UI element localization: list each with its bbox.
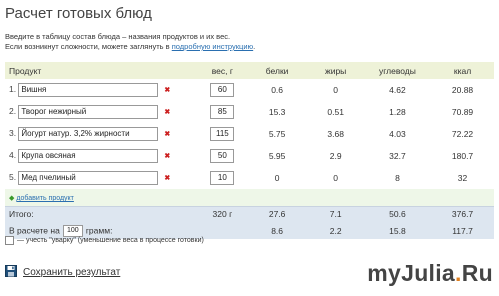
- weight-input[interactable]: 115: [210, 127, 235, 141]
- per-fat: 2.2: [307, 222, 364, 239]
- table-row: 2. Творог нежирный ✖ 85 15.3 0.51 1.28 70…: [5, 101, 494, 123]
- per-suffix: грамм:: [85, 224, 113, 235]
- table-row: 4. Крупа овсяная ✖ 50 5.95 2.9 32.7 180.7: [5, 145, 494, 167]
- row-index: 5.: [9, 172, 17, 183]
- add-icon[interactable]: ◆: [9, 195, 14, 202]
- fat-value: 2.9: [329, 151, 342, 161]
- product-name-input[interactable]: Творог нежирный: [18, 105, 159, 119]
- instruction-link[interactable]: подробную инструкцию: [172, 42, 253, 51]
- protein-value: 15.3: [268, 107, 286, 117]
- delete-row-icon[interactable]: ✖: [164, 174, 170, 182]
- total-row: Итого: 320 г 27.6 7.1 50.6 376.7: [5, 205, 494, 222]
- weight-input[interactable]: 50: [210, 149, 235, 163]
- row-index: 4.: [9, 150, 17, 161]
- header-product: Продукт: [5, 62, 198, 79]
- page-title: Расчет готовых блюд: [5, 5, 152, 22]
- per-carbs: 15.8: [363, 222, 432, 239]
- kcal-value: 180.7: [451, 151, 474, 161]
- table-row: 5. Мед пчелиный ✖ 10 0 0 8 32: [5, 167, 494, 189]
- kcal-value: 72.22: [451, 129, 474, 139]
- intro-text: Введите в таблицу состав блюда – названи…: [5, 32, 255, 52]
- add-product-link[interactable]: добавить продукт: [16, 195, 74, 202]
- total-kcal: 376.7: [431, 205, 494, 222]
- intro-line-2-suffix: .: [253, 42, 256, 51]
- total-label: Итого:: [5, 205, 198, 222]
- total-fat: 7.1: [307, 205, 364, 222]
- carbs-value: 1.28: [389, 107, 406, 117]
- per-protein: 8.6: [246, 222, 308, 239]
- carbs-value: 8: [395, 173, 400, 183]
- fat-value: 0.51: [327, 107, 344, 117]
- per-kcal: 117.7: [431, 222, 494, 239]
- row-index: 2.: [9, 106, 17, 117]
- protein-value: 0.6: [271, 85, 284, 95]
- kcal-value: 70.89: [451, 107, 474, 117]
- save-result-link[interactable]: Сохранить результат: [23, 267, 120, 278]
- table-row: 3. Йогурт натур. 3,2% жирности ✖ 115 5.75…: [5, 123, 494, 145]
- calc-table: Продукт вес, г белки жиры углеводы ккал …: [5, 62, 494, 239]
- watermark-main: myJulia: [367, 260, 456, 286]
- delete-row-icon[interactable]: ✖: [164, 108, 170, 116]
- protein-value: 5.95: [268, 151, 286, 161]
- boil-label: — учесть "уварку" (уменьшение веса в про…: [17, 237, 204, 244]
- add-product-row: ◆ добавить продукт: [5, 189, 494, 206]
- intro-line-1: Введите в таблицу состав блюда – названи…: [5, 32, 231, 41]
- delete-row-icon[interactable]: ✖: [164, 152, 170, 160]
- weight-input[interactable]: 10: [210, 171, 235, 185]
- watermark-tld: Ru: [461, 260, 493, 286]
- carbs-value: 4.03: [389, 129, 406, 139]
- protein-value: 0: [274, 173, 280, 183]
- weight-input[interactable]: 60: [210, 83, 235, 97]
- per-amount-input[interactable]: 100: [62, 224, 83, 237]
- product-name-input[interactable]: Мед пчелиный: [18, 171, 159, 185]
- header-carbs: углеводы: [363, 62, 432, 79]
- header-kcal: ккал: [431, 62, 494, 79]
- per-prefix: В расчете на: [9, 224, 60, 235]
- product-name-input[interactable]: Йогурт натур. 3,2% жирности: [18, 127, 159, 141]
- protein-value: 5.75: [268, 129, 286, 139]
- product-name-input[interactable]: Крупа овсяная: [18, 149, 159, 163]
- boil-option: — учесть "уварку" (уменьшение веса в про…: [5, 236, 204, 245]
- header-protein: белки: [246, 62, 308, 79]
- boil-checkbox[interactable]: [5, 236, 14, 245]
- header-fat: жиры: [307, 62, 364, 79]
- total-protein: 27.6: [246, 205, 308, 222]
- save-result: Сохранить результат: [5, 265, 120, 280]
- row-index: 3.: [9, 128, 17, 139]
- header-weight: вес, г: [197, 62, 247, 79]
- floppy-disk-icon[interactable]: [5, 265, 17, 280]
- total-carbs: 50.6: [363, 205, 432, 222]
- carbs-value: 32.7: [389, 151, 406, 161]
- delete-row-icon[interactable]: ✖: [164, 130, 170, 138]
- fat-value: 0: [333, 85, 339, 95]
- fat-value: 0: [333, 173, 339, 183]
- intro-line-2: Если возникнут сложности, можете загляну…: [5, 42, 255, 52]
- watermark-logo: myJulia.Ru: [367, 260, 493, 287]
- weight-input[interactable]: 85: [210, 105, 235, 119]
- kcal-value: 32: [457, 173, 468, 183]
- kcal-value: 20.88: [451, 85, 474, 95]
- fat-value: 3.68: [327, 129, 344, 139]
- carbs-value: 4.62: [389, 85, 406, 95]
- table-row: 1. Вишня ✖ 60 0.6 0 4.62 20.88: [5, 79, 494, 101]
- watermark-dot: .: [455, 260, 462, 286]
- table-header: Продукт вес, г белки жиры углеводы ккал: [5, 62, 494, 79]
- product-name-input[interactable]: Вишня: [18, 83, 159, 97]
- intro-line-2-prefix: Если возникнут сложности, можете загляну…: [5, 42, 172, 51]
- total-weight: 320 г: [197, 205, 247, 222]
- delete-row-icon[interactable]: ✖: [164, 86, 170, 94]
- row-index: 1.: [9, 84, 17, 95]
